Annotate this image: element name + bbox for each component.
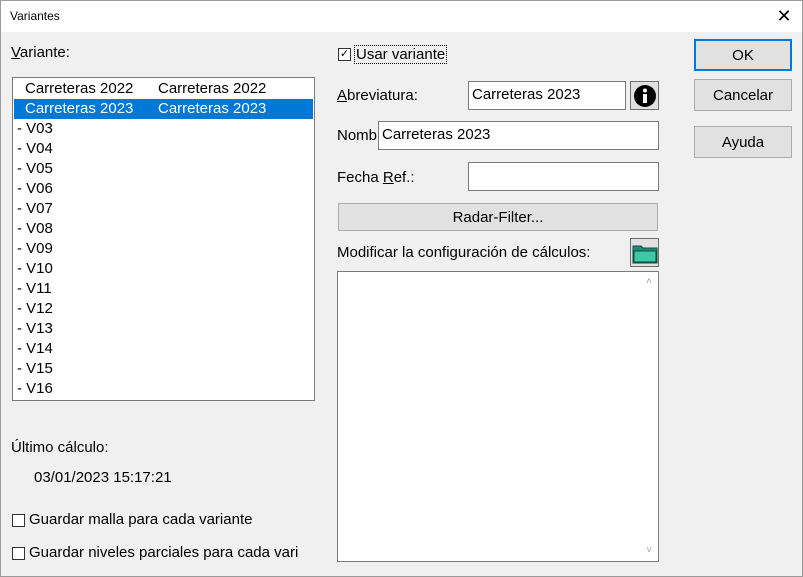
window-title: Variantes: [10, 9, 60, 23]
ref-date-label: Fecha Ref.:: [337, 169, 415, 186]
list-item-name: - V05: [17, 160, 53, 177]
save-mesh-label: Guardar malla para cada variante: [29, 511, 253, 528]
list-item[interactable]: - V05: [14, 159, 313, 179]
name-field[interactable]: Carreteras 2023: [378, 121, 659, 150]
list-item[interactable]: - V11: [14, 279, 313, 299]
vertical-scrollbar[interactable]: ˄ ˅: [641, 272, 658, 561]
list-item[interactable]: - V14: [14, 339, 313, 359]
close-button[interactable]: ✕: [766, 1, 802, 32]
variant-list[interactable]: Carreteras 2022 Carreteras 2022 Carreteras…: [12, 77, 315, 401]
list-item[interactable]: - V08: [14, 219, 313, 239]
calc-config-label: Modificar la configuración de cálculos:: [337, 244, 591, 261]
list-item[interactable]: - V06: [14, 179, 313, 199]
last-calc-value: 03/01/2023 15:17:21: [34, 469, 172, 486]
last-calc-label: Último cálculo:: [11, 439, 109, 456]
list-item-name: - V03: [17, 120, 53, 137]
list-item-name: - V16: [17, 380, 53, 397]
folder-icon: [632, 245, 657, 263]
info-icon: [633, 84, 656, 107]
name-label: Nomb: [337, 127, 378, 144]
ok-button[interactable]: OK: [694, 39, 792, 71]
list-item[interactable]: - V15: [14, 359, 313, 379]
save-levels-label: Guardar niveles parciales para cada vari: [29, 544, 299, 561]
list-item[interactable]: - V03: [14, 119, 313, 139]
list-item-name: - V12: [17, 300, 53, 317]
radar-filter-button[interactable]: Radar-Filter...: [338, 203, 658, 231]
list-item[interactable]: - V09: [14, 239, 313, 259]
abbreviation-field[interactable]: Carreteras 2023: [468, 81, 626, 110]
list-item[interactable]: - V13: [14, 319, 313, 339]
list-item-name: - V15: [17, 360, 53, 377]
cancel-button[interactable]: Cancelar: [694, 79, 792, 111]
list-item-name: - V13: [17, 320, 53, 337]
abbreviation-label: Abreviatura:: [337, 87, 418, 104]
list-item-name: - V04: [17, 140, 53, 157]
scroll-down-icon[interactable]: ˅: [644, 546, 654, 556]
list-item-name: - V06: [17, 180, 53, 197]
title-bar: Variantes ✕: [1, 1, 802, 32]
list-item[interactable]: Carreteras 2023 Carreteras 2023: [14, 99, 313, 119]
list-item[interactable]: - V10: [14, 259, 313, 279]
list-item-description: Carreteras 2022: [158, 80, 267, 97]
list-item[interactable]: - V07: [14, 199, 313, 219]
list-item[interactable]: Carreteras 2022 Carreteras 2022: [14, 79, 313, 99]
list-item-name: Carreteras 2022: [25, 80, 134, 97]
use-variant-checkbox[interactable]: ✓: [338, 48, 351, 61]
list-item[interactable]: - V04: [14, 139, 313, 159]
list-item-name: - V10: [17, 260, 53, 277]
use-variant-label: Usar variante: [354, 45, 448, 64]
close-icon: ✕: [776, 6, 792, 26]
list-item-name: - V14: [17, 340, 53, 357]
list-item-name: Carreteras 2023: [25, 100, 134, 117]
scroll-up-icon[interactable]: ˄: [644, 277, 654, 287]
list-item-name: - V11: [17, 280, 52, 297]
help-button[interactable]: Ayuda: [694, 126, 792, 158]
calc-config-textarea[interactable]: ˄ ˅: [337, 271, 659, 562]
list-item-description: Carreteras 2023: [158, 100, 267, 117]
variant-list-label: Variante:: [11, 44, 70, 61]
info-button[interactable]: [630, 81, 659, 110]
list-item-name: - V07: [17, 200, 53, 217]
open-folder-button[interactable]: [630, 238, 659, 267]
save-levels-checkbox[interactable]: [12, 547, 25, 560]
save-mesh-checkbox[interactable]: [12, 514, 25, 527]
ref-date-field[interactable]: [468, 162, 659, 191]
list-item-name: - V09: [17, 240, 53, 257]
variants-dialog: Variantes ✕ Variante: Carreteras 2022 Car…: [0, 0, 803, 577]
list-item[interactable]: - V12: [14, 299, 313, 319]
list-item-name: - V08: [17, 220, 53, 237]
list-item[interactable]: - V16: [14, 379, 313, 399]
